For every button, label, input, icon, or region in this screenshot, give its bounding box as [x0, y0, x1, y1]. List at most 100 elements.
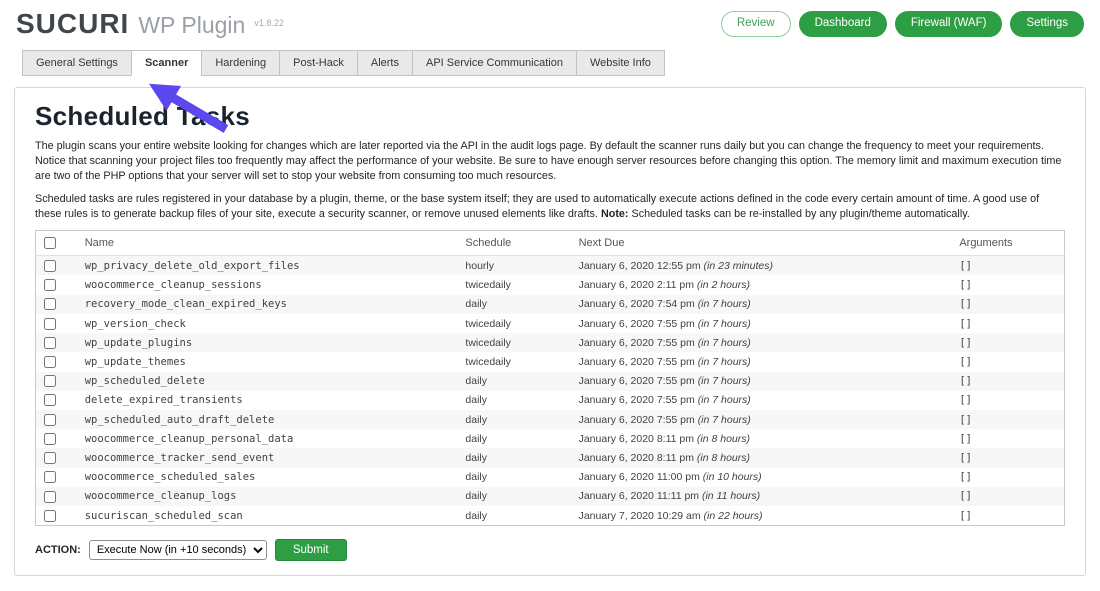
action-select[interactable]: Execute Now (in +10 seconds) [89, 540, 267, 560]
task-schedule: hourly [457, 256, 570, 276]
task-name: wp_update_plugins [77, 333, 458, 352]
task-arguments: [] [951, 410, 1064, 429]
task-next-due: January 6, 2020 7:54 pm (in 7 hours) [571, 295, 952, 314]
note-text: Scheduled tasks can be re-installed by a… [629, 208, 970, 220]
task-schedule: daily [457, 391, 570, 410]
review-button[interactable]: Review [721, 11, 791, 37]
task-next-due: January 6, 2020 12:55 pm (in 23 minutes) [571, 256, 952, 276]
tab-api-service-communication[interactable]: API Service Communication [412, 50, 577, 76]
task-name: woocommerce_cleanup_logs [77, 487, 458, 506]
table-row: woocommerce_cleanup_logsdailyJanuary 6, … [36, 487, 1065, 506]
column-header-schedule: Schedule [457, 231, 570, 256]
product-name: WP Plugin [138, 12, 245, 39]
select-all-checkbox[interactable] [44, 237, 56, 249]
row-checkbox[interactable] [44, 414, 56, 426]
row-checkbox[interactable] [44, 452, 56, 464]
task-name: delete_expired_transients [77, 391, 458, 410]
tasks-table-body: wp_privacy_delete_old_export_fileshourly… [36, 256, 1065, 526]
tab-hardening[interactable]: Hardening [201, 50, 280, 76]
task-name: woocommerce_cleanup_personal_data [77, 429, 458, 448]
row-checkbox[interactable] [44, 318, 56, 330]
tab-website-info[interactable]: Website Info [576, 50, 665, 76]
task-name: wp_version_check [77, 314, 458, 333]
row-checkbox[interactable] [44, 337, 56, 349]
task-arguments: [] [951, 333, 1064, 352]
task-next-due: January 6, 2020 7:55 pm (in 7 hours) [571, 391, 952, 410]
task-next-due: January 6, 2020 11:11 pm (in 11 hours) [571, 487, 952, 506]
column-header-name: Name [77, 231, 458, 256]
version-label: v1.8.22 [254, 18, 284, 28]
table-row: wp_scheduled_deletedailyJanuary 6, 2020 … [36, 372, 1065, 391]
task-name: woocommerce_scheduled_sales [77, 468, 458, 487]
table-row: woocommerce_tracker_send_eventdailyJanua… [36, 448, 1065, 467]
task-name: recovery_mode_clean_expired_keys [77, 295, 458, 314]
note-label: Note: [601, 208, 629, 220]
row-checkbox[interactable] [44, 491, 56, 503]
task-next-due: January 7, 2020 10:29 am (in 22 hours) [571, 506, 952, 526]
settings-button[interactable]: Settings [1010, 11, 1084, 37]
task-arguments: [] [951, 448, 1064, 467]
task-schedule: daily [457, 410, 570, 429]
table-row: wp_scheduled_auto_draft_deletedailyJanua… [36, 410, 1065, 429]
tab-post-hack[interactable]: Post-Hack [279, 50, 358, 76]
task-next-due: January 6, 2020 11:00 pm (in 10 hours) [571, 468, 952, 487]
task-arguments: [] [951, 429, 1064, 448]
row-checkbox[interactable] [44, 510, 56, 522]
table-header-row: Name Schedule Next Due Arguments [36, 231, 1065, 256]
sucuri-logo: sucuri [16, 8, 129, 40]
dashboard-button[interactable]: Dashboard [799, 11, 887, 37]
table-row: wp_update_pluginstwicedailyJanuary 6, 20… [36, 333, 1065, 352]
task-name: wp_privacy_delete_old_export_files [77, 256, 458, 276]
row-checkbox[interactable] [44, 471, 56, 483]
row-checkbox[interactable] [44, 394, 56, 406]
row-checkbox[interactable] [44, 279, 56, 291]
submit-button[interactable]: Submit [275, 539, 347, 561]
tab-scanner[interactable]: Scanner [131, 50, 202, 76]
task-schedule: daily [457, 372, 570, 391]
task-next-due: January 6, 2020 8:11 pm (in 8 hours) [571, 429, 952, 448]
task-name: sucuriscan_scheduled_scan [77, 506, 458, 526]
row-checkbox[interactable] [44, 375, 56, 387]
task-arguments: [] [951, 468, 1064, 487]
brand: sucuri WP Plugin v1.8.22 [16, 8, 284, 40]
table-row: delete_expired_transientsdailyJanuary 6,… [36, 391, 1065, 410]
row-checkbox[interactable] [44, 260, 56, 272]
task-next-due: January 6, 2020 8:11 pm (in 8 hours) [571, 448, 952, 467]
scheduled-tasks-panel: Scheduled Tasks The plugin scans your en… [14, 87, 1086, 576]
column-header-next-due: Next Due [571, 231, 952, 256]
tab-alerts[interactable]: Alerts [357, 50, 413, 76]
table-row: wp_privacy_delete_old_export_fileshourly… [36, 256, 1065, 276]
tab-general-settings[interactable]: General Settings [22, 50, 132, 76]
scheduled-tasks-table: Name Schedule Next Due Arguments wp_priv… [35, 230, 1065, 526]
column-header-arguments: Arguments [951, 231, 1064, 256]
task-name: woocommerce_cleanup_sessions [77, 275, 458, 294]
task-arguments: [] [951, 487, 1064, 506]
row-checkbox[interactable] [44, 356, 56, 368]
table-row: sucuriscan_scheduled_scandailyJanuary 7,… [36, 506, 1065, 526]
header-buttons: Review Dashboard Firewall (WAF) Settings [721, 11, 1084, 37]
row-checkbox[interactable] [44, 433, 56, 445]
task-schedule: twicedaily [457, 333, 570, 352]
task-schedule: daily [457, 468, 570, 487]
task-arguments: [] [951, 256, 1064, 276]
table-row: woocommerce_scheduled_salesdailyJanuary … [36, 468, 1065, 487]
firewall-waf-button[interactable]: Firewall (WAF) [895, 11, 1003, 37]
action-label: ACTION: [35, 544, 81, 556]
task-schedule: daily [457, 429, 570, 448]
task-next-due: January 6, 2020 7:55 pm (in 7 hours) [571, 314, 952, 333]
page-title: Scheduled Tasks [35, 102, 1065, 131]
task-arguments: [] [951, 372, 1064, 391]
task-next-due: January 6, 2020 7:55 pm (in 7 hours) [571, 352, 952, 371]
task-schedule: twicedaily [457, 352, 570, 371]
task-arguments: [] [951, 506, 1064, 526]
task-name: wp_update_themes [77, 352, 458, 371]
task-arguments: [] [951, 295, 1064, 314]
task-schedule: daily [457, 295, 570, 314]
task-schedule: daily [457, 448, 570, 467]
task-schedule: daily [457, 487, 570, 506]
task-next-due: January 6, 2020 7:55 pm (in 7 hours) [571, 333, 952, 352]
tab-bar: General SettingsScannerHardeningPost-Hac… [22, 50, 1100, 76]
task-arguments: [] [951, 275, 1064, 294]
table-row: wp_update_themestwicedailyJanuary 6, 202… [36, 352, 1065, 371]
row-checkbox[interactable] [44, 298, 56, 310]
